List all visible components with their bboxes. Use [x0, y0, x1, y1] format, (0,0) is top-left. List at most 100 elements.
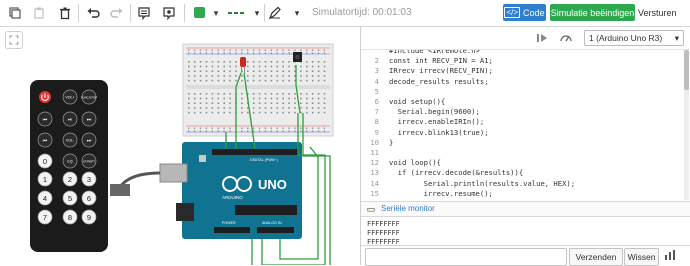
send-button[interactable]: Versturen: [638, 4, 690, 21]
serial-input[interactable]: [365, 248, 567, 266]
remote-button[interactable]: 4: [37, 190, 53, 206]
chevron-down-icon[interactable]: ▾: [288, 4, 306, 22]
simulator-time: Simulatortijd: 00:01:03: [312, 7, 412, 18]
debug-icon[interactable]: [557, 29, 575, 47]
remote-arrow-icon: ⏭: [87, 138, 92, 144]
code-button[interactable]: </> Code: [503, 4, 546, 21]
code-line[interactable]: 3 IRrecv irrecv(RECV_PIN);: [361, 66, 681, 76]
remote-button[interactable]: 6: [81, 190, 97, 206]
remote-button[interactable]: 2: [62, 171, 78, 187]
remote-button[interactable]: VOL+: [62, 89, 78, 105]
send-serial-button[interactable]: Verzenden: [569, 248, 623, 266]
remote-button-label: 6: [87, 194, 91, 203]
code-line[interactable]: 6 void setup(){: [361, 97, 681, 107]
arduino-uno-board[interactable]: UNO ARDUINO DIGITAL (PWM~) POWER ANALOG …: [159, 142, 302, 239]
remote-button-label: FUNC/STOP: [81, 96, 97, 100]
remote-arrow-icon: ⏭: [87, 117, 92, 123]
serial-monitor-header[interactable]: ▭ Seriële monitor: [361, 201, 690, 217]
remote-button[interactable]: ⏯: [62, 111, 78, 127]
stop-simulation-button[interactable]: Simulatie beëindigen: [550, 4, 635, 21]
code-line[interactable]: 7 Serial.begin(9600);: [361, 107, 681, 117]
code-line[interactable]: 11: [361, 148, 681, 158]
line-number: 4: [374, 76, 379, 86]
code-toolbar: 1 (Arduino Uno R3) ▾: [361, 27, 690, 50]
delete-icon[interactable]: [56, 4, 74, 22]
breadboard[interactable]: [182, 43, 334, 137]
code-icon: </>: [504, 7, 521, 18]
line-number: 3: [374, 66, 379, 76]
code-line[interactable]: 13 if (irrecv.decode(&results)){: [361, 168, 681, 178]
notes-icon[interactable]: [135, 4, 153, 22]
remote-button[interactable]: 7: [37, 209, 53, 225]
remote-button[interactable]: 5: [62, 190, 78, 206]
scroll-thumb[interactable]: [684, 50, 689, 90]
remote-button[interactable]: EQ: [62, 153, 78, 169]
remote-button[interactable]: VOL-: [62, 132, 78, 148]
chevron-down-icon: ▾: [674, 32, 679, 43]
remote-button[interactable]: 1: [37, 171, 53, 187]
code-line[interactable]: 4 decode_results results;: [361, 77, 681, 87]
line-number: 7: [374, 107, 379, 117]
remote-button[interactable]: ⏭: [81, 132, 97, 148]
remote-button[interactable]: ⏮: [37, 111, 53, 127]
line-number: 14: [370, 178, 379, 188]
line-text: #include <IRremote.h>: [389, 50, 480, 55]
line-text: void loop(){: [389, 158, 441, 168]
remote-button-label: 7: [43, 213, 47, 222]
code-line[interactable]: 10}: [361, 138, 681, 148]
wire-type-icon[interactable]: [226, 4, 248, 22]
remote-button-label: 0: [43, 157, 47, 166]
remote-button[interactable]: 8: [62, 209, 78, 225]
remote-button[interactable]: 9: [81, 209, 97, 225]
code-line[interactable]: 12 void loop(){: [361, 158, 681, 168]
new-component-icon[interactable]: [6, 4, 24, 22]
line-text: const int RECV_PIN = A1;: [389, 56, 493, 66]
comment-visibility-icon[interactable]: [160, 4, 178, 22]
serial-output-line: FFFFFFFF: [367, 220, 400, 228]
remote-button-label: ST/REPT: [83, 160, 95, 164]
circuit-canvas[interactable]: UNO ARDUINO DIGITAL (PWM~) POWER ANALOG …: [0, 27, 360, 265]
undo-icon[interactable]: [84, 4, 102, 22]
code-line[interactable]: 15 irrecv.resume();: [361, 189, 681, 199]
code-editor[interactable]: #include <IRremote.h> 2 const int RECV_PIN…: [361, 50, 690, 200]
step-icon[interactable]: [533, 29, 551, 47]
ir-receiver[interactable]: [293, 52, 302, 62]
remote-arrow-icon: ⏯: [68, 117, 72, 123]
board-select[interactable]: 1 (Arduino Uno R3) ▾: [584, 30, 684, 46]
remote-button[interactable]: ⏮: [37, 132, 53, 148]
line-number: 13: [370, 168, 379, 178]
clear-serial-button[interactable]: Wissen: [624, 248, 659, 266]
remote-arrow-icon: ⏮: [43, 117, 48, 123]
redo-icon[interactable]: [108, 4, 126, 22]
code-scrollbar[interactable]: [684, 50, 689, 200]
line-text: void setup(){: [389, 97, 446, 106]
remote-button[interactable]: ⏭: [81, 111, 97, 127]
line-text: if (irrecv.decode(&results)){: [389, 168, 524, 178]
code-line[interactable]: 8 irrecv.enableIRIn();: [361, 117, 681, 127]
remote-button[interactable]: 3: [81, 171, 97, 187]
remote-button[interactable]: ST/REPT: [81, 153, 97, 169]
code-line[interactable]: 2 const int RECV_PIN = A1;: [361, 56, 681, 66]
remote-button-label: 2: [68, 175, 72, 184]
line-text: irrecv.enableIRIn();: [389, 117, 485, 127]
arduino-label: UNO: [258, 177, 287, 192]
code-line[interactable]: 9 irrecv.blink13(true);: [361, 128, 681, 138]
line-number: 8: [374, 117, 379, 127]
remote-button-label: VOL+: [65, 96, 74, 100]
line-number: 6: [374, 97, 379, 106]
code-line[interactable]: 5: [361, 87, 681, 97]
paste-icon[interactable]: [30, 4, 48, 22]
remote-button[interactable]: 0: [37, 153, 53, 169]
chart-icon[interactable]: [661, 246, 679, 264]
remote-arrow-icon: ⏮: [43, 138, 48, 144]
code-line[interactable]: 14 Serial.println(results.value, HEX);: [361, 179, 681, 189]
chevron-down-icon[interactable]: ▾: [207, 4, 225, 22]
circuit-drawing: UNO ARDUINO DIGITAL (PWM~) POWER ANALOG …: [30, 43, 334, 265]
pen-tool-icon[interactable]: [266, 4, 284, 22]
wire-color-swatch[interactable]: [194, 7, 205, 18]
remote-button-label: 8: [68, 213, 72, 222]
serial-output-line: FFFFFFFF: [367, 229, 400, 237]
code-line[interactable]: #include <IRremote.h>: [361, 50, 681, 56]
remote-button-label: 3: [87, 175, 91, 184]
usb-cable: [110, 171, 161, 196]
